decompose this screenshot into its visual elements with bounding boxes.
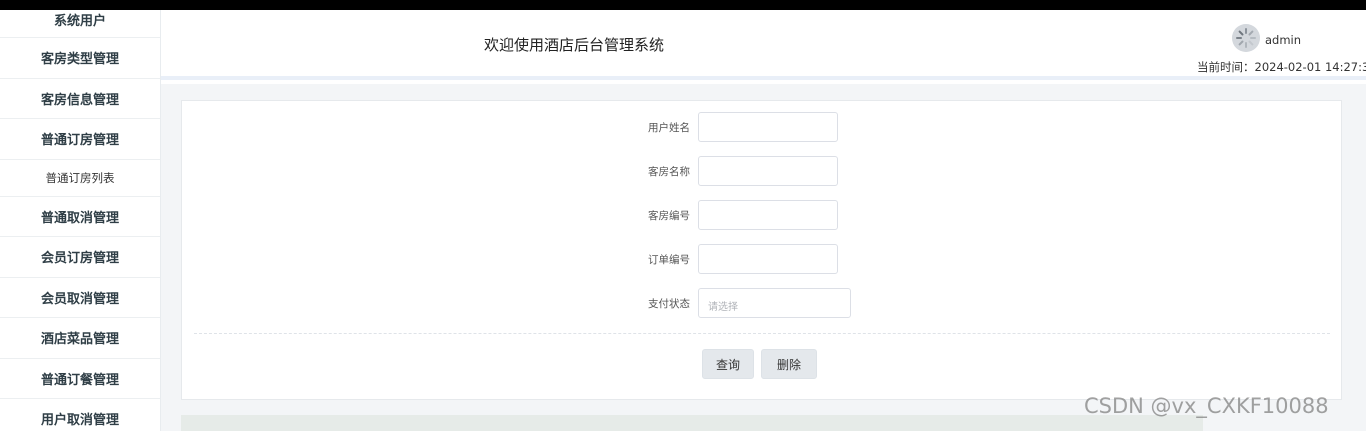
sidebar-item-normal-booking[interactable]: 普通订房管理 [0, 119, 160, 160]
search-form-panel: 用户姓名 客房名称 客房编号 订单编号 支付状态 请选择 查询 删除 [181, 100, 1342, 400]
pay-status-select[interactable]: 请选择 [698, 288, 851, 318]
field-row-room-number: 客房编号 [182, 200, 1341, 230]
sidebar-item-label: 客房信息管理 [40, 92, 119, 108]
sidebar-item-label: 普通取消管理 [40, 210, 119, 226]
sidebar-item-normal-dining[interactable]: 普通订餐管理 [0, 359, 160, 399]
sidebar-item-room-types[interactable]: 客房类型管理 [0, 38, 160, 79]
query-button[interactable]: 查询 [702, 349, 754, 379]
field-row-order-number: 订单编号 [182, 244, 1341, 274]
delete-button[interactable]: 删除 [761, 349, 817, 379]
field-row-room-name: 客房名称 [182, 156, 1341, 186]
sidebar-menu: 系统用户 客房类型管理 客房信息管理 普通订房管理 普通订房列表 普通取消管理 … [0, 10, 161, 431]
sidebar-item-dishes[interactable]: 酒店菜品管理 [0, 318, 160, 359]
sidebar-item-user-cancel[interactable]: 用户取消管理 [0, 399, 160, 431]
sidebar-item-label: 客房类型管理 [40, 52, 119, 68]
watermark-text: CSDN @vx_CXKF10088 [1084, 394, 1329, 418]
sidebar-item-label: 会员取消管理 [40, 291, 119, 307]
sidebar-subitem-label: 普通订房列表 [45, 170, 115, 185]
form-divider [194, 333, 1330, 334]
sidebar-item-room-info[interactable]: 客房信息管理 [0, 79, 160, 119]
sidebar-item-system-users[interactable]: 系统用户 [0, 10, 160, 38]
main-content: 用户姓名 客房名称 客房编号 订单编号 支付状态 请选择 查询 删除 [161, 84, 1366, 431]
sidebar-item-label: 普通订房管理 [40, 133, 119, 149]
field-label: 支付状态 [648, 298, 690, 310]
field-label: 订单编号 [648, 254, 690, 266]
field-label: 客房名称 [648, 166, 690, 178]
user-name-input[interactable] [698, 112, 838, 142]
sidebar-item-member-cancel[interactable]: 会员取消管理 [0, 278, 160, 318]
order-number-input[interactable] [698, 244, 838, 274]
sidebar-item-label: 用户取消管理 [40, 413, 119, 429]
field-label: 客房编号 [648, 210, 690, 222]
sidebar-item-label: 系统用户 [53, 14, 106, 29]
field-row-user-name: 用户姓名 [182, 112, 1341, 142]
sidebar-item-label: 酒店菜品管理 [40, 332, 119, 348]
sidebar-item-normal-cancel[interactable]: 普通取消管理 [0, 197, 160, 237]
room-name-input[interactable] [698, 156, 838, 186]
loading-avatar-icon[interactable] [1232, 24, 1260, 52]
top-black-bar [0, 0, 1366, 10]
page-title: 欢迎使用酒店后台管理系统 [484, 36, 665, 54]
sidebar-subitem-booking-list[interactable]: 普通订房列表 [0, 159, 160, 197]
user-name[interactable]: admin [1265, 33, 1301, 47]
table-header-strip [181, 415, 1203, 431]
field-row-pay-status: 支付状态 请选择 [182, 288, 1341, 318]
room-number-input[interactable] [698, 200, 838, 230]
sidebar-item-member-booking[interactable]: 会员订房管理 [0, 237, 160, 278]
sidebar-item-label: 会员订房管理 [40, 251, 119, 267]
page-header: 欢迎使用酒店后台管理系统 admin 当前时间：2024-02-01 14:27… [161, 10, 1366, 80]
field-label: 用户姓名 [648, 122, 690, 134]
current-time: 当前时间：2024-02-01 14:27:35 [1197, 60, 1366, 74]
sidebar-item-label: 普通订餐管理 [40, 372, 119, 388]
